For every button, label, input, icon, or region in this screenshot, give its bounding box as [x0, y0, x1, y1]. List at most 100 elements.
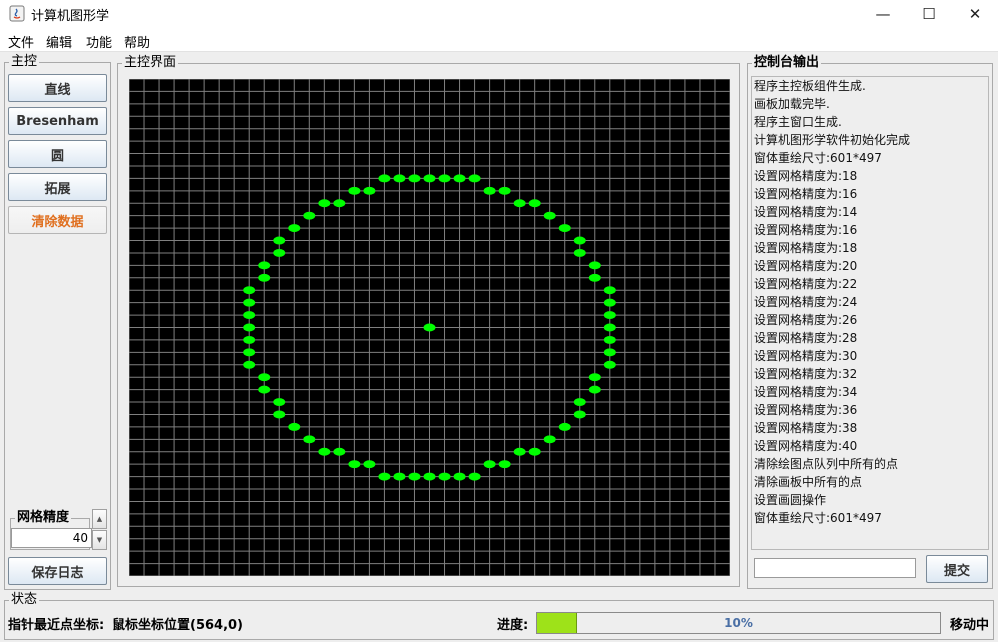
- console-line: 设置网格精度为:20: [754, 259, 858, 273]
- console-line: 窗体重绘尺寸:601*497: [754, 511, 882, 525]
- circle-point: [258, 373, 271, 382]
- circle-button[interactable]: 圆: [8, 140, 107, 168]
- menu-function[interactable]: 功能: [86, 32, 112, 51]
- circle-point: [453, 472, 466, 481]
- mouse-position-text: 鼠标坐标位置(564,0): [112, 618, 244, 633]
- circle-point: [498, 460, 511, 469]
- bresenham-button[interactable]: Bresenham: [8, 107, 107, 135]
- console-line: 设置网格精度为:22: [754, 277, 858, 291]
- circle-point: [603, 286, 616, 295]
- circle-point: [588, 273, 601, 282]
- clear-data-button[interactable]: 清除数据: [8, 206, 107, 234]
- extend-button[interactable]: 拓展: [8, 173, 107, 201]
- console-line: 设置网格精度为:18: [754, 169, 858, 183]
- menu-help[interactable]: 帮助: [124, 32, 150, 51]
- circle-point: [483, 460, 496, 469]
- line-button[interactable]: 直线: [8, 74, 107, 102]
- circle-point: [483, 186, 496, 195]
- save-log-button[interactable]: 保存日志: [8, 557, 107, 585]
- circle-point: [243, 360, 256, 369]
- grid-drawing: [129, 79, 730, 576]
- circle-point: [423, 174, 436, 183]
- console-line: 设置网格精度为:16: [754, 187, 858, 201]
- circle-point: [333, 199, 346, 208]
- circle-point: [243, 286, 256, 295]
- console-line: 设置网格精度为:28: [754, 331, 858, 345]
- console-line: 清除绘图点队列中所有的点: [754, 457, 899, 471]
- nearest-point-label: 指针最近点坐标:: [8, 618, 105, 633]
- status-title: 状态: [9, 592, 40, 608]
- grid-precision-input[interactable]: 40: [11, 528, 92, 548]
- console-line: 程序主控板组件生成.: [754, 79, 866, 93]
- circle-point: [288, 224, 301, 233]
- circle-point: [573, 398, 586, 407]
- console-line: 画板加载完毕.: [754, 97, 830, 111]
- console-title: 控制台输出: [752, 55, 822, 71]
- circle-point: [543, 211, 556, 220]
- java-app-icon: [9, 5, 25, 22]
- console-line: 设置网格精度为:38: [754, 421, 858, 435]
- progress-bar: 10%: [536, 612, 941, 634]
- spinner-up-button[interactable]: ▲: [92, 509, 107, 529]
- circle-point: [408, 472, 421, 481]
- circle-point: [243, 323, 256, 332]
- circle-point: [513, 447, 526, 456]
- circle-point: [318, 199, 331, 208]
- circle-point: [303, 211, 316, 220]
- submit-button[interactable]: 提交: [926, 555, 988, 583]
- console-line: 设置网格精度为:36: [754, 403, 858, 417]
- console-line: 计算机图形学软件初始化完成: [754, 133, 911, 147]
- circle-point: [543, 435, 556, 444]
- circle-point: [603, 360, 616, 369]
- spinner-down-button[interactable]: ▼: [92, 530, 107, 550]
- drawing-canvas[interactable]: [129, 79, 730, 576]
- circle-point: [603, 311, 616, 320]
- circle-point: [603, 323, 616, 332]
- circle-point: [468, 472, 481, 481]
- circle-point: [243, 335, 256, 344]
- circle-point: [273, 398, 286, 407]
- state-text: 移动中: [950, 618, 990, 633]
- close-icon: ✕: [968, 5, 982, 23]
- grid-precision-title: 网格精度: [15, 510, 72, 526]
- maximize-icon: ☐: [922, 5, 936, 23]
- maximize-button[interactable]: ☐: [906, 0, 952, 28]
- circle-point: [318, 447, 331, 456]
- command-input[interactable]: [754, 558, 916, 578]
- console-output[interactable]: 程序主控板组件生成. 画板加载完毕. 程序主窗口生成. 计算机图形学软件初始化完成 窗体…: [751, 76, 989, 550]
- circle-point: [363, 186, 376, 195]
- circle-point: [333, 447, 346, 456]
- console-line: 设置画圆操作: [754, 493, 827, 507]
- circle-point: [588, 373, 601, 382]
- circle-point: [528, 447, 541, 456]
- window-title: 计算机图形学: [31, 9, 110, 24]
- minimize-button[interactable]: —: [860, 0, 906, 28]
- spinner-up-icon: ▲: [96, 515, 103, 523]
- circle-point: [573, 236, 586, 245]
- circle-point: [348, 186, 361, 195]
- circle-point: [528, 199, 541, 208]
- spinner-down-icon: ▼: [96, 536, 103, 544]
- console-line: 清除画板中所有的点: [754, 475, 863, 489]
- circle-point: [423, 472, 436, 481]
- menu-edit[interactable]: 编辑: [46, 32, 72, 51]
- circle-point: [558, 422, 571, 431]
- main-canvas-title: 主控界面: [122, 55, 179, 71]
- menu-file[interactable]: 文件: [8, 32, 34, 51]
- circle-point: [243, 348, 256, 357]
- circle-point: [303, 435, 316, 444]
- main-control-title: 主控: [9, 54, 40, 70]
- circle-point: [453, 174, 466, 183]
- circle-point: [378, 174, 391, 183]
- console-line: 设置网格精度为:16: [754, 223, 858, 237]
- console-line: 设置网格精度为:34: [754, 385, 858, 399]
- circle-point: [363, 460, 376, 469]
- close-button[interactable]: ✕: [952, 0, 998, 28]
- console-line: 设置网格精度为:32: [754, 367, 858, 381]
- minimize-icon: —: [875, 5, 891, 23]
- circle-point: [258, 261, 271, 270]
- circle-point: [348, 460, 361, 469]
- circle-point: [423, 323, 436, 332]
- console-line: 程序主窗口生成.: [754, 115, 842, 129]
- progress-label: 进度:: [497, 618, 529, 633]
